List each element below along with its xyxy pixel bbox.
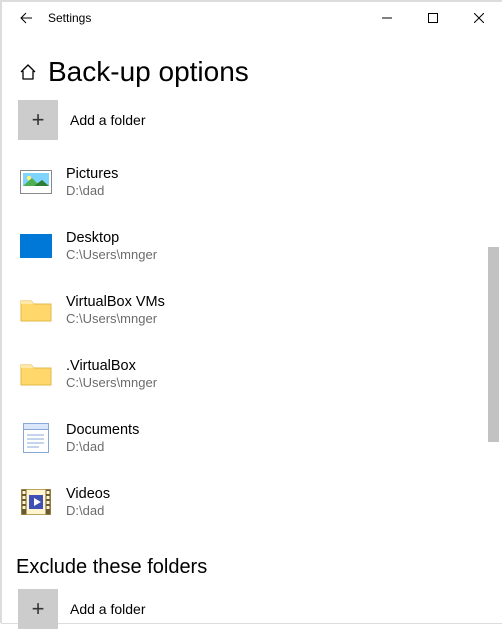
folder-icon: [18, 359, 54, 389]
maximize-icon: [428, 13, 438, 23]
folder-icon: [18, 295, 54, 325]
window-title: Settings: [48, 11, 91, 25]
add-folder-row[interactable]: + Add a folder: [18, 100, 481, 140]
scrollbar-thumb[interactable]: [488, 247, 499, 442]
folder-item[interactable]: VideosD:\dad: [18, 470, 481, 534]
folder-path: C:\Users\mnger: [66, 311, 165, 327]
folder-item[interactable]: VirtualBox VMsC:\Users\mnger: [18, 278, 481, 342]
videos-icon: [18, 487, 54, 517]
close-icon: [474, 13, 484, 23]
folder-name: Documents: [66, 421, 139, 439]
exclude-add-folder-row[interactable]: + Add a folder: [18, 589, 481, 629]
folder-item[interactable]: .VirtualBoxC:\Users\mnger: [18, 342, 481, 406]
folder-text: DocumentsD:\dad: [66, 421, 139, 455]
caption-buttons: [364, 2, 502, 34]
folder-item[interactable]: PicturesD:\dad: [18, 150, 481, 214]
add-folder-label: Add a folder: [70, 112, 146, 128]
folder-name: Desktop: [66, 229, 157, 247]
folder-path: C:\Users\mnger: [66, 375, 157, 391]
folder-path: D:\dad: [66, 439, 139, 455]
folder-path: D:\dad: [66, 183, 118, 199]
folder-text: VirtualBox VMsC:\Users\mnger: [66, 293, 165, 327]
arrow-left-icon: [19, 11, 33, 25]
back-button[interactable]: [10, 2, 42, 34]
close-button[interactable]: [456, 2, 502, 34]
vertical-scrollbar[interactable]: [485, 32, 502, 623]
page-title: Back-up options: [48, 56, 249, 88]
plus-icon: +: [32, 596, 45, 622]
exclude-add-folder-button[interactable]: +: [18, 589, 58, 629]
minimize-button[interactable]: [364, 2, 410, 34]
folder-path: C:\Users\mnger: [66, 247, 157, 263]
folder-name: .VirtualBox: [66, 357, 157, 375]
folder-item[interactable]: DocumentsD:\dad: [18, 406, 481, 470]
home-icon[interactable]: [18, 62, 38, 82]
content: Back-up options + Add a folder PicturesD…: [0, 32, 485, 623]
folder-name: VirtualBox VMs: [66, 293, 165, 311]
pictures-icon: [18, 167, 54, 197]
titlebar: Settings: [2, 2, 502, 34]
folder-text: PicturesD:\dad: [66, 165, 118, 199]
plus-icon: +: [32, 107, 45, 133]
minimize-icon: [382, 13, 392, 23]
folder-item[interactable]: DesktopC:\Users\mnger: [18, 214, 481, 278]
desktop-icon: [18, 231, 54, 261]
exclude-add-folder-label: Add a folder: [70, 601, 146, 617]
folder-name: Videos: [66, 485, 110, 503]
folder-name: Pictures: [66, 165, 118, 183]
folder-text: VideosD:\dad: [66, 485, 110, 519]
document-icon: [18, 423, 54, 453]
folder-text: DesktopC:\Users\mnger: [66, 229, 157, 263]
folder-path: D:\dad: [66, 503, 110, 519]
add-folder-button[interactable]: +: [18, 100, 58, 140]
client-area: Back-up options + Add a folder PicturesD…: [0, 32, 502, 623]
maximize-button[interactable]: [410, 2, 456, 34]
heading-row: Back-up options: [18, 56, 481, 88]
exclude-heading: Exclude these folders: [16, 556, 481, 579]
folder-text: .VirtualBoxC:\Users\mnger: [66, 357, 157, 391]
included-folder-list: PicturesD:\dadDesktopC:\Users\mngerVirtu…: [18, 150, 481, 534]
